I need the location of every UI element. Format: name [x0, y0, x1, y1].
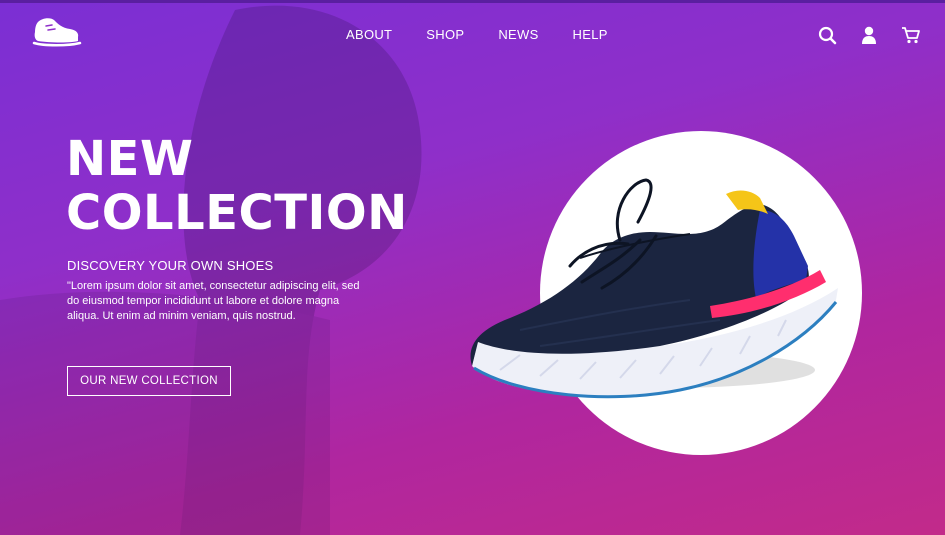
- hero-subtitle: DISCOVERY YOUR OWN SHOES: [67, 258, 274, 273]
- nav-help[interactable]: HELP: [573, 27, 608, 42]
- hero-description: "Lorem ipsum dolor sit amet, consectetur…: [67, 280, 360, 322]
- hero-title-line2: COLLECTION: [66, 185, 408, 241]
- hero-section: ABOUT SHOP NEWS HELP NEW COLLECTION DISC…: [0, 0, 945, 535]
- cart-icon[interactable]: [901, 25, 921, 45]
- nav-about[interactable]: ABOUT: [346, 27, 392, 42]
- sneaker-product-image[interactable]: [460, 170, 845, 415]
- nav-shop[interactable]: SHOP: [426, 27, 464, 42]
- nav-news[interactable]: NEWS: [498, 27, 538, 42]
- shoe-logo-icon[interactable]: [32, 14, 82, 50]
- hero-title-line1: NEW: [66, 131, 194, 187]
- main-nav: ABOUT SHOP NEWS HELP: [346, 27, 608, 42]
- user-icon[interactable]: [859, 25, 879, 45]
- our-new-collection-button[interactable]: OUR NEW COLLECTION: [67, 366, 231, 396]
- header-icons: [817, 25, 921, 45]
- search-icon[interactable]: [817, 25, 837, 45]
- hero-title: NEW COLLECTION: [66, 132, 408, 240]
